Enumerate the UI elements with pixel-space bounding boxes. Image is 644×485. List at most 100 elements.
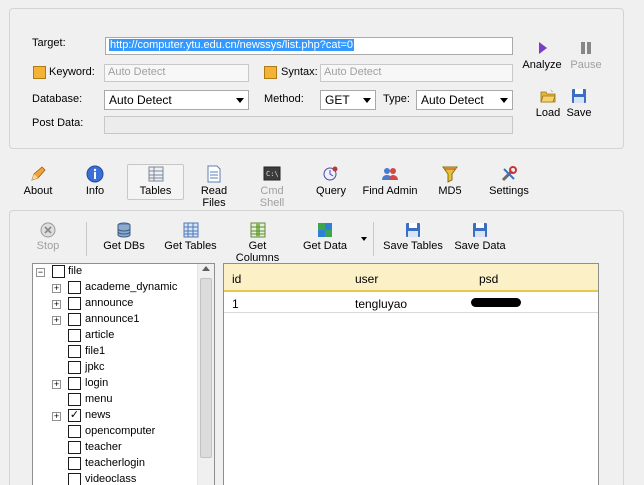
tree-scrollbar[interactable] — [197, 264, 214, 485]
save-button[interactable]: Save — [557, 88, 601, 119]
analyze-label: Analyze — [522, 59, 562, 71]
analyze-button[interactable]: Analyze — [520, 40, 564, 71]
tree-checkbox[interactable] — [52, 265, 65, 278]
tab-md5[interactable]: MD5 — [436, 165, 464, 201]
info-icon — [86, 165, 104, 183]
database-label: Database: — [32, 93, 83, 105]
folder-open-icon — [540, 89, 556, 103]
tree-checkbox[interactable] — [68, 329, 81, 342]
tree-checkbox[interactable] — [68, 345, 81, 358]
target-label: Target: — [32, 37, 66, 49]
scroll-up-icon[interactable] — [202, 266, 210, 271]
column-header-psd[interactable]: psd — [479, 272, 498, 286]
get-tables-label: Get Tables — [164, 240, 217, 252]
data-grid[interactable]: id user psd 1 tengluyao — [223, 263, 599, 485]
tab-cmd-shell[interactable]: C:\ Cmd Shell — [247, 165, 297, 209]
chevron-down-icon — [236, 98, 244, 103]
expand-icon[interactable]: + — [52, 380, 61, 389]
stop-button[interactable]: Stop — [33, 222, 63, 252]
floppy-disk-icon — [572, 89, 586, 103]
tree-item-label: announce — [85, 297, 134, 309]
expand-icon[interactable]: + — [52, 412, 61, 421]
save-tables-button[interactable]: Save Tables — [382, 222, 444, 252]
terminal-icon: C:\ — [263, 166, 281, 181]
tab-query[interactable]: Query — [313, 165, 349, 201]
document-icon — [207, 165, 221, 183]
svg-text:C:\: C:\ — [266, 170, 279, 178]
tree-checkbox[interactable] — [68, 441, 81, 454]
tree-checkbox[interactable] — [68, 297, 81, 310]
tree-checkbox[interactable] — [68, 393, 81, 406]
column-header-id[interactable]: id — [232, 272, 241, 286]
post-data-input[interactable] — [104, 116, 513, 134]
expand-icon[interactable]: + — [52, 300, 61, 309]
tree-item-label: article — [85, 329, 115, 341]
tab-cmd-shell-label: Cmd Shell — [259, 185, 285, 209]
funnel-icon — [442, 166, 458, 183]
tree-checkbox[interactable]: ✓ — [68, 409, 81, 422]
post-data-label: Post Data: — [32, 117, 84, 129]
type-select[interactable]: Auto Detect — [416, 90, 513, 110]
tree-checkbox[interactable] — [68, 457, 81, 470]
dropdown-arrow-icon[interactable] — [361, 237, 367, 241]
stop-icon — [40, 222, 56, 238]
database-select[interactable]: Auto Detect — [104, 90, 249, 110]
tree-item-label: academe_dynamic — [85, 281, 178, 293]
keyword-checkbox[interactable] — [33, 66, 46, 79]
tab-tables[interactable]: Tables — [127, 164, 184, 200]
target-url-input[interactable]: http://computer.ytu.edu.cn/newssys/list.… — [105, 37, 513, 55]
save-label: Save — [566, 107, 592, 119]
syntax-checkbox[interactable] — [264, 66, 277, 79]
tab-about-label: About — [23, 185, 53, 197]
tree-checkbox[interactable] — [68, 313, 81, 326]
syntax-label: Syntax: — [281, 66, 318, 78]
collapse-icon[interactable]: − — [36, 268, 45, 277]
tab-settings[interactable]: Settings — [487, 165, 531, 201]
column-header-user[interactable]: user — [355, 272, 378, 286]
tab-info[interactable]: Info — [78, 165, 112, 201]
tree-item-label: announce1 — [85, 313, 140, 325]
tree-checkbox[interactable] — [68, 281, 81, 294]
tree-checkbox[interactable] — [68, 377, 81, 390]
tools-icon — [501, 166, 517, 182]
users-icon — [382, 168, 398, 180]
get-dbs-button[interactable]: Get DBs — [102, 222, 146, 252]
floppy-disk-icon — [473, 223, 487, 237]
syntax-input[interactable]: Auto Detect — [320, 64, 513, 82]
tree-checkbox[interactable] — [68, 361, 81, 374]
cell-psd-redacted[interactable] — [471, 298, 521, 307]
get-tables-button[interactable]: Get Tables — [163, 222, 218, 252]
expand-icon[interactable]: + — [52, 316, 61, 325]
database-icon — [117, 222, 131, 238]
keyword-input[interactable]: Auto Detect — [104, 64, 249, 82]
method-value: GET — [325, 93, 350, 107]
type-value: Auto Detect — [421, 93, 484, 107]
method-select[interactable]: GET — [320, 90, 376, 110]
cell-user[interactable]: tengluyao — [355, 297, 407, 311]
get-dbs-label: Get DBs — [103, 240, 145, 252]
expand-icon[interactable]: + — [52, 284, 61, 293]
tab-find-admin[interactable]: Find Admin — [362, 165, 418, 201]
query-icon — [323, 166, 338, 181]
play-icon — [539, 42, 547, 54]
tab-about[interactable]: About — [18, 165, 58, 201]
get-data-label: Get Data — [302, 240, 348, 252]
cell-id[interactable]: 1 — [232, 297, 239, 311]
tab-read-files[interactable]: Read Files — [188, 165, 240, 209]
tree-root-label: file — [68, 265, 83, 277]
target-url-value: http://computer.ytu.edu.cn/newssys/list.… — [109, 39, 355, 51]
tab-find-admin-label: Find Admin — [362, 185, 418, 197]
tree-item-label: videoclass — [85, 473, 137, 485]
tree-item-label: teacher — [85, 441, 122, 453]
tab-read-files-label: Read Files — [200, 185, 228, 209]
get-columns-button[interactable]: Get Columns — [226, 222, 289, 264]
stop-label: Stop — [36, 240, 60, 252]
save-data-button[interactable]: Save Data — [453, 222, 507, 252]
scroll-thumb[interactable] — [200, 278, 212, 458]
tree-item-label: menu — [85, 393, 113, 405]
get-data-button[interactable]: Get Data — [301, 222, 349, 252]
pause-button[interactable]: Pause — [564, 40, 608, 71]
tree-checkbox[interactable] — [68, 473, 81, 485]
tree-checkbox[interactable] — [68, 425, 81, 438]
database-tree[interactable]: − file + academe_dynamic + announce + announc… — [32, 263, 215, 485]
